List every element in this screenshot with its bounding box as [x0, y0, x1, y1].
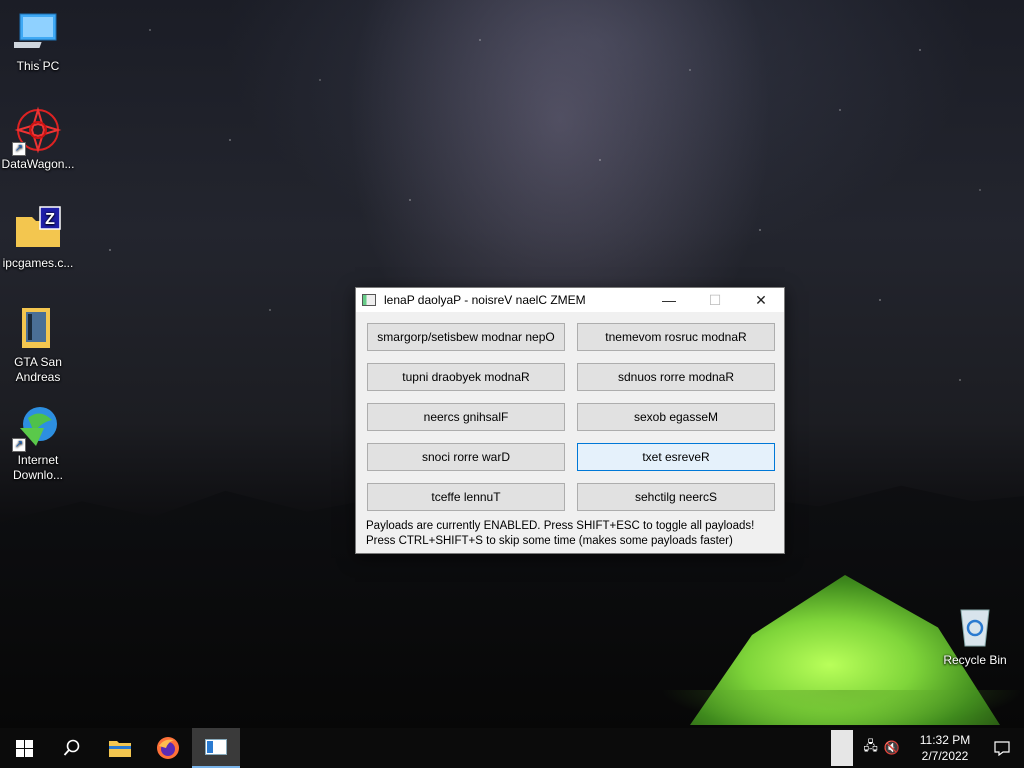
taskbar: 🖧 🔇 11:32 PM 2/7/2022 [0, 728, 1024, 768]
svg-text:Z: Z [45, 211, 55, 228]
clock-time: 11:32 PM [919, 733, 971, 747]
desktop-icon-recycle-bin[interactable]: Recycle Bin [937, 602, 1013, 668]
volume-muted-icon[interactable]: 🔇 [884, 740, 900, 756]
desktop-icon-label: ipcgames.c... [2, 256, 74, 270]
tray-overflow-box[interactable] [831, 730, 854, 766]
recycle-bin-icon [951, 602, 999, 650]
desktop-icon-datawagon[interactable]: ↗ DataWagon... [0, 106, 76, 172]
wallpaper-tent-glow [660, 690, 1024, 728]
desktop-icon-internet-download-manager[interactable]: ↗ Internet Downlo... [0, 402, 76, 483]
memz-app-icon [205, 739, 227, 755]
payload-button-draw-error-icons[interactable]: snoci rorre warD [367, 443, 565, 471]
payload-button-random-cursor-movement[interactable]: tnemevom rosruc modnaR [577, 323, 775, 351]
app-window-icon [362, 294, 376, 306]
shortcut-arrow-icon: ↗ [12, 438, 26, 452]
file-explorer-icon [109, 741, 131, 757]
payload-button-random-keyboard-input[interactable]: tupni draobyek modnaR [367, 363, 565, 391]
firefox-icon [157, 737, 179, 759]
desktop-icon-label: GTA San Andreas [14, 355, 62, 384]
close-button[interactable]: ✕ [738, 288, 784, 312]
clock-date: 2/7/2022 [921, 749, 969, 763]
firefox-button[interactable] [144, 728, 192, 768]
file-explorer-button[interactable] [96, 728, 144, 768]
payload-button-random-error-sounds[interactable]: sdnuos rorre modnaR [577, 363, 775, 391]
desktop-icon-this-pc[interactable]: This PC [0, 8, 76, 74]
search-button[interactable] [48, 728, 96, 768]
computer-icon [11, 8, 62, 56]
internet-download-manager-icon: ↗ [12, 402, 62, 452]
start-button[interactable] [0, 728, 48, 768]
desktop-icon-label: This PC [16, 59, 60, 73]
network-icon[interactable]: 🖧 [863, 737, 878, 759]
window-title: lenaP daolyaP - noisreV naelC ZMEM [384, 293, 586, 307]
payload-button-open-random-websites[interactable]: smargorp/setisbew modnar nepO [367, 323, 565, 351]
payload-button-screen-glitches[interactable]: sehctilg neercS [577, 483, 775, 511]
maximize-button: ☐ [708, 291, 722, 308]
payload-panel-window: lenaP daolyaP - noisreV naelC ZMEM — ☐ ✕… [355, 287, 785, 554]
payload-button-tunnel-effect[interactable]: tceffe lennuT [367, 483, 565, 511]
desktop-icon-label: Recycle Bin [943, 653, 1007, 667]
desktop-icon-label: Internet Downlo... [12, 453, 64, 482]
memz-app-button[interactable] [192, 728, 240, 768]
notifications-button[interactable] [980, 728, 1024, 768]
system-tray: 🖧 🔇 11:32 PM 2/7/2022 [831, 728, 1024, 768]
zip-folder-icon: Z [14, 205, 62, 253]
clock[interactable]: 11:32 PM 2/7/2022 [910, 732, 980, 764]
payload-button-flashing-screen[interactable]: neercs gnihsalF [367, 403, 565, 431]
info-line-2: Press CTRL+SHIFT+S to skip some time (ma… [366, 535, 733, 547]
search-icon [63, 739, 80, 756]
desktop-icon-ipcgames[interactable]: Z ipcgames.c... [0, 205, 76, 271]
folder-icon [14, 304, 62, 352]
minimize-button[interactable]: — [646, 288, 692, 312]
datawagon-icon: ↗ [12, 106, 62, 156]
window-titlebar[interactable]: lenaP daolyaP - noisreV naelC ZMEM — ☐ ✕ [356, 288, 784, 312]
desktop-icon-gta-san-andreas[interactable]: GTA San Andreas [0, 304, 76, 385]
desktop-icon-label: DataWagon... [1, 157, 75, 171]
start-icon [15, 739, 33, 757]
payload-button-message-boxes[interactable]: sexob egasseM [577, 403, 775, 431]
shortcut-arrow-icon: ↗ [12, 142, 26, 156]
payload-button-reverse-text[interactable]: txet esreveR [577, 443, 775, 471]
payload-buttons-grid: smargorp/setisbew modnar nepO tnemevom r… [367, 323, 775, 511]
info-line-1: Payloads are currently ENABLED. Press SH… [366, 520, 755, 532]
notification-icon [994, 741, 1010, 756]
info-text: Payloads are currently ENABLED. Press SH… [366, 519, 754, 549]
